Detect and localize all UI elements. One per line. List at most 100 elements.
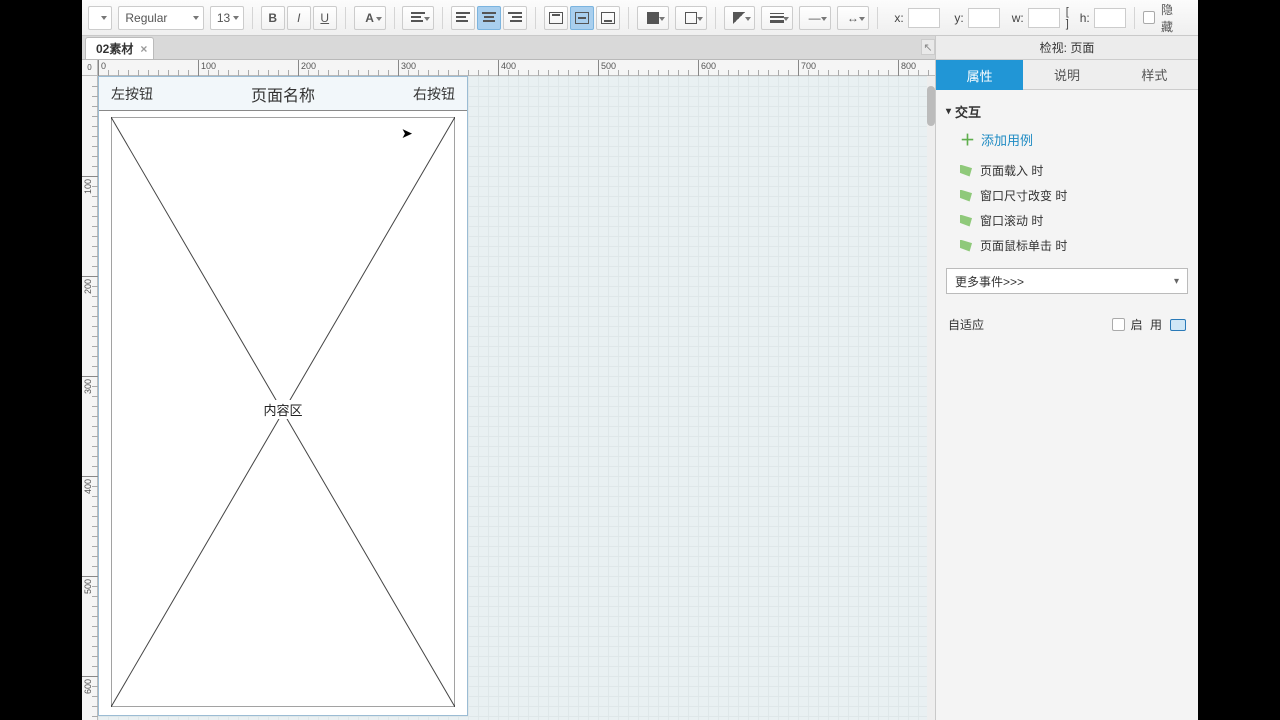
left-button-widget[interactable]: 左按钮 xyxy=(111,84,153,104)
add-case-label: 添加用例 xyxy=(981,130,1033,149)
horizontal-ruler[interactable]: 0 100 200 300 400 500 600 700 800 xyxy=(98,60,935,76)
event-item[interactable]: 页面载入 时 xyxy=(960,158,1188,183)
enable-label: 启 用 xyxy=(1131,316,1164,333)
chevron-down-icon xyxy=(659,17,665,21)
valign-top-button[interactable] xyxy=(544,6,568,30)
interaction-section-label: 交互 xyxy=(955,102,981,121)
canvas-scrollbar[interactable] xyxy=(927,76,935,720)
w-input[interactable] xyxy=(1028,8,1060,28)
font-family-dropdown[interactable] xyxy=(88,6,112,30)
tab-notes[interactable]: 说明 xyxy=(1023,60,1110,90)
chevron-down-icon xyxy=(193,16,199,20)
align-left-icon xyxy=(456,12,470,24)
underline-button[interactable]: U xyxy=(313,6,337,30)
close-icon[interactable]: × xyxy=(140,42,147,56)
bold-button[interactable]: B xyxy=(261,6,285,30)
x-input[interactable] xyxy=(908,8,940,28)
design-workspace: 0 0 100 200 300 400 500 600 700 800 100 … xyxy=(82,60,935,720)
outer-shadow-button[interactable] xyxy=(675,6,707,30)
page-frame[interactable]: 左按钮 页面名称 右按钮 内容区 xyxy=(98,76,468,716)
chevron-down-icon: ▾ xyxy=(1174,276,1179,287)
event-item[interactable]: 窗口滚动 时 xyxy=(960,208,1188,233)
chevron-down-icon xyxy=(783,17,789,21)
content-label: 内容区 xyxy=(259,400,307,419)
chevron-down-icon xyxy=(233,16,239,20)
shadow-icon xyxy=(685,12,697,24)
font-size-value: 13 xyxy=(217,11,230,25)
right-button-widget[interactable]: 右按钮 xyxy=(413,84,455,104)
tab-style[interactable]: 样式 xyxy=(1111,60,1198,90)
y-label: y: xyxy=(946,11,964,25)
italic-button[interactable]: I xyxy=(287,6,311,30)
event-item[interactable]: 页面鼠标单击 时 xyxy=(960,233,1188,258)
text-color-button[interactable]: A xyxy=(354,6,386,30)
valign-bottom-button[interactable] xyxy=(596,6,620,30)
x-label: x: xyxy=(886,11,904,25)
design-canvas[interactable]: 左按钮 页面名称 右按钮 内容区 ➤ xyxy=(98,76,935,720)
h-label: h: xyxy=(1075,11,1090,25)
line-width-button[interactable] xyxy=(761,6,793,30)
inspector-body: ▾ 交互 ＋ 添加用例 页面载入 时 窗口尺寸改变 时 窗口滚动 时 页面鼠标单… xyxy=(936,90,1198,353)
inspector-tabs: 属性 说明 样式 xyxy=(936,60,1198,90)
selection-indicator-icon[interactable]: ↖ xyxy=(921,39,935,55)
inspector-title: 检视: 页面 xyxy=(936,36,1198,60)
event-list: 页面载入 时 窗口尺寸改变 时 窗口滚动 时 页面鼠标单击 时 xyxy=(960,158,1188,258)
app-window: Regular 13 B I U A — ↔ x: xyxy=(82,0,1198,720)
scrollbar-thumb[interactable] xyxy=(927,86,935,126)
w-label: w: xyxy=(1006,11,1024,25)
format-toolbar: Regular 13 B I U A — ↔ x: xyxy=(82,0,1198,36)
fill-color-button[interactable] xyxy=(637,6,669,30)
enable-adaptive-checkbox[interactable] xyxy=(1112,318,1125,331)
chevron-down-icon xyxy=(101,16,107,20)
align-center-button[interactable] xyxy=(477,6,501,30)
page-tab-label: 02素材 xyxy=(96,40,133,57)
corner-icon: [ ] xyxy=(1066,6,1071,30)
line-color-button[interactable] xyxy=(724,6,756,30)
more-events-dropdown[interactable]: 更多事件>>> ▾ xyxy=(946,268,1188,294)
chevron-down-icon xyxy=(697,17,703,21)
hide-label: 隐 藏 xyxy=(1161,1,1192,35)
adaptive-label: 自适应 xyxy=(948,316,984,333)
align-right-button[interactable] xyxy=(503,6,527,30)
event-icon xyxy=(960,165,972,177)
more-events-label: 更多事件>>> xyxy=(955,273,1024,290)
chevron-down-icon xyxy=(821,17,827,21)
event-item[interactable]: 窗口尺寸改变 时 xyxy=(960,183,1188,208)
y-input[interactable] xyxy=(968,8,1000,28)
tab-properties[interactable]: 属性 xyxy=(936,60,1023,90)
font-weight-dropdown[interactable]: Regular xyxy=(118,6,203,30)
pencil-icon xyxy=(733,12,745,24)
device-preset-icon[interactable] xyxy=(1170,319,1186,331)
page-tab-active[interactable]: 02素材 × xyxy=(85,37,154,59)
line-style-button[interactable]: — xyxy=(799,6,831,30)
adaptive-row: 自适应 启 用 xyxy=(946,304,1188,345)
chevron-down-icon xyxy=(859,17,865,21)
valign-bottom-icon xyxy=(601,12,615,24)
chevron-down-icon xyxy=(745,17,751,21)
chevron-down-icon: ▾ xyxy=(946,106,951,117)
valign-top-icon xyxy=(549,12,563,24)
arrow-icon: ↔ xyxy=(847,11,859,25)
interaction-section-header[interactable]: ▾ 交互 xyxy=(946,98,1188,125)
arrow-style-button[interactable]: ↔ xyxy=(837,6,869,30)
vertical-ruler[interactable]: 100 200 300 400 500 600 xyxy=(82,76,98,720)
font-size-dropdown[interactable]: 13 xyxy=(210,6,244,30)
page-title-widget[interactable]: 页面名称 xyxy=(251,82,315,106)
align-left-button[interactable] xyxy=(451,6,475,30)
fill-icon xyxy=(647,12,659,24)
event-icon xyxy=(960,215,972,227)
add-case-button[interactable]: ＋ 添加用例 xyxy=(946,125,1188,158)
line-width-icon xyxy=(770,13,784,23)
hide-checkbox[interactable] xyxy=(1143,11,1155,24)
valign-middle-button[interactable] xyxy=(570,6,594,30)
event-icon xyxy=(960,240,972,252)
h-input[interactable] xyxy=(1094,8,1126,28)
align-center-icon xyxy=(482,12,496,24)
event-icon xyxy=(960,190,972,202)
content-placeholder[interactable]: 内容区 xyxy=(111,117,455,707)
inspector-panel: ↖ 检视: 页面 属性 说明 样式 ▾ 交互 ＋ 添加用例 页面载入 时 窗口尺… xyxy=(935,36,1198,720)
page-header-bar: 左按钮 页面名称 右按钮 xyxy=(99,77,467,111)
align-right-icon xyxy=(508,12,522,24)
chevron-down-icon xyxy=(424,17,430,21)
bullet-list-button[interactable] xyxy=(402,6,434,30)
